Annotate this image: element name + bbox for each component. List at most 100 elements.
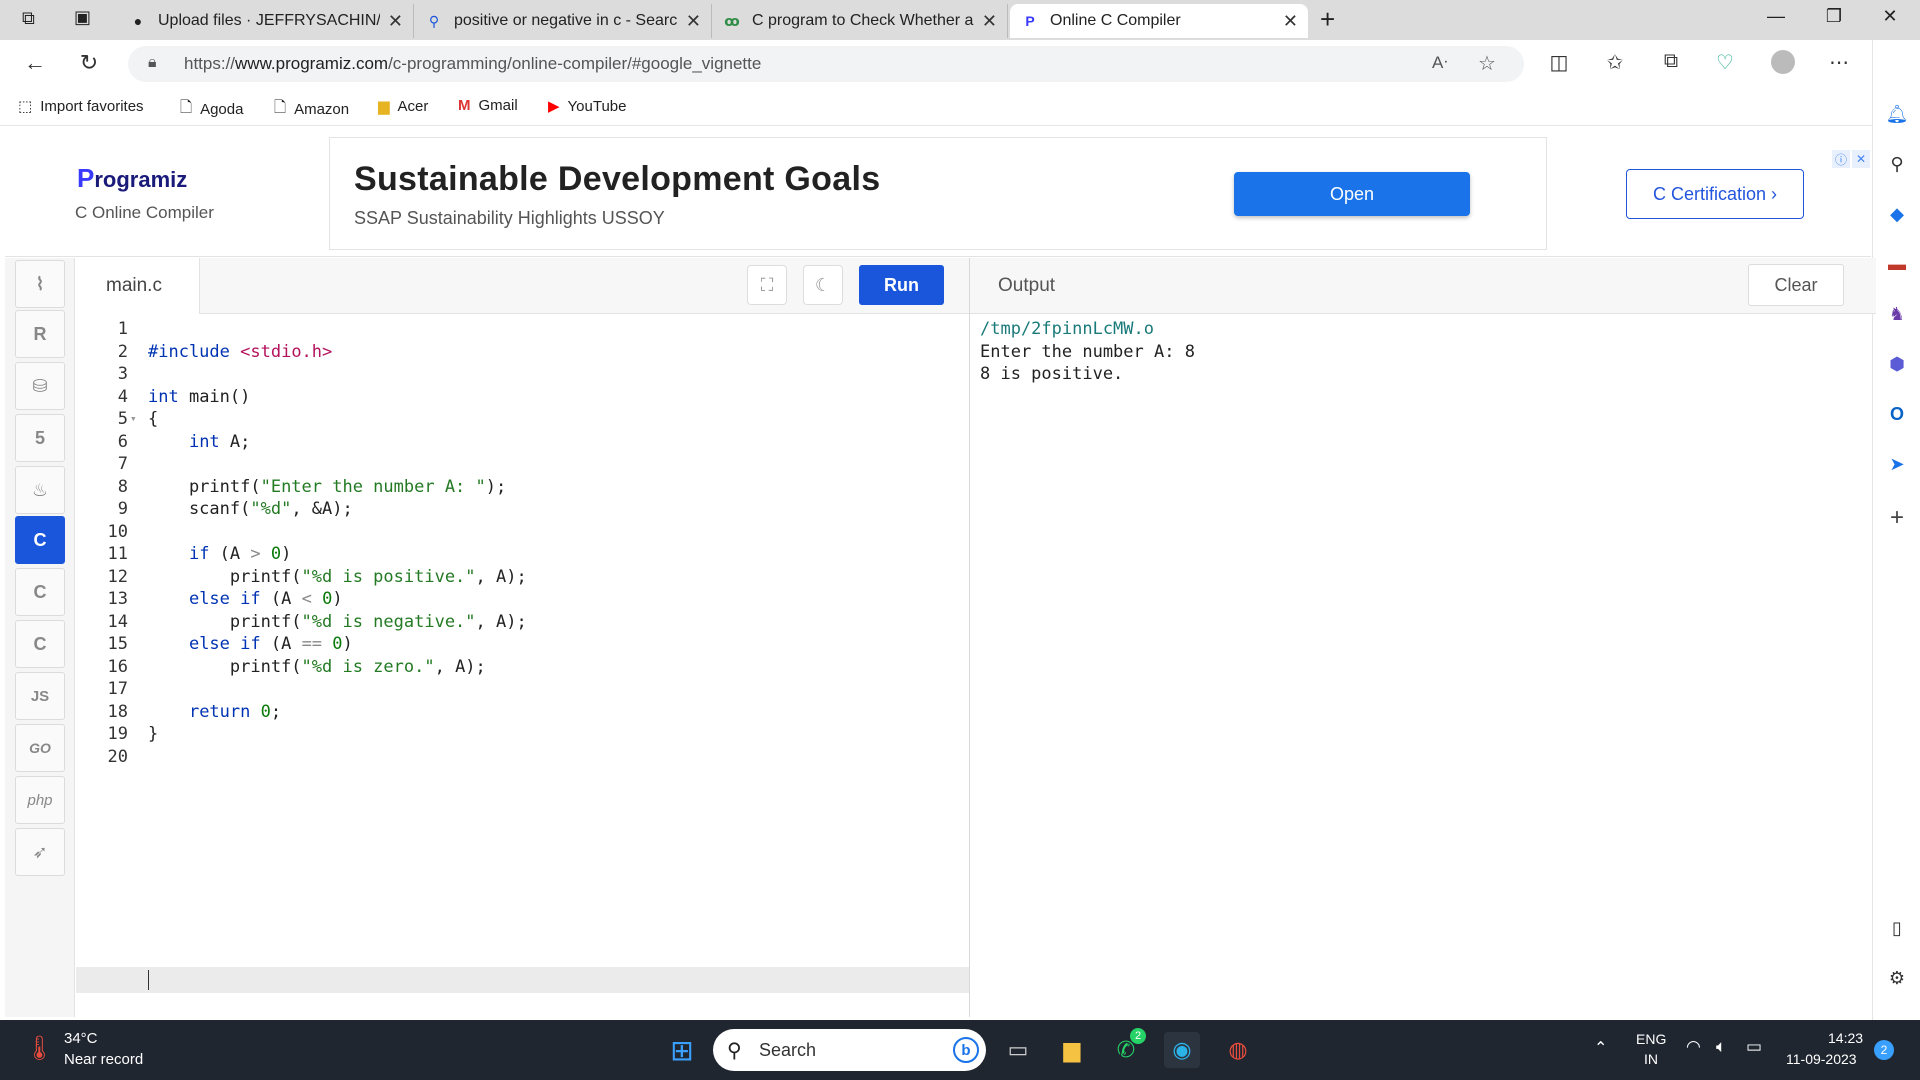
notification-bell-icon[interactable]: 🔔︎ [1883,100,1911,128]
task-view-icon[interactable]: ▭ [1000,1032,1036,1068]
collections-icon[interactable]: ⧉ [1656,50,1686,73]
volume-muted-icon[interactable]: 🔈︎ [1716,1037,1726,1057]
lang-go-icon[interactable]: GO [15,724,65,772]
tab-actions-icon[interactable]: ▣ [74,7,91,28]
search-icon: ⚲ [727,1040,742,1062]
search-icon[interactable]: ⚲ [1883,150,1911,178]
battery-icon[interactable]: ▭ [1746,1037,1762,1057]
shopping-tag-icon[interactable]: ◆ [1883,200,1911,228]
ad-info-icon[interactable]: ⓘ [1832,150,1850,168]
windows-start-icon[interactable]: ⊞ [664,1032,700,1068]
edge-browser-icon[interactable]: ◉ [1164,1032,1200,1068]
tab-gfg[interactable]: ꝏ C program to Check Whether a N ✕ [712,4,1008,38]
weather-temp[interactable]: 34°C [64,1030,98,1047]
chrome-icon[interactable]: ◍ [1220,1032,1256,1068]
send-icon[interactable]: ➤ [1883,450,1911,478]
read-aloud-icon[interactable]: Aᐧ [1432,53,1448,73]
sidebar-toggle-icon[interactable]: ▯ [1883,914,1911,942]
outlook-icon[interactable]: O [1883,400,1911,428]
line-number: 4 [117,386,128,407]
microsoft-365-icon[interactable]: ⬢ [1883,350,1911,378]
lang-swift-icon[interactable]: ➶ [15,828,65,876]
notification-count-badge[interactable]: 2 [1874,1040,1894,1060]
add-icon[interactable]: + [1883,504,1911,532]
tools-icon[interactable]: ▬ [1883,250,1911,278]
split-screen-icon[interactable]: ◫ [1544,50,1574,75]
tab-online-c-compiler[interactable]: P Online C Compiler ✕ [1010,4,1308,38]
dark-mode-moon-icon[interactable]: ☾ [803,265,843,305]
lang-python-icon[interactable]: ⌇ [15,260,65,308]
taskbar-search[interactable]: ⚲ Search b [713,1029,986,1071]
language-in[interactable]: IN [1644,1051,1658,1067]
lang-java-icon[interactable]: ♨ [15,466,65,514]
logo-text: rogramiz [94,167,188,192]
back-icon[interactable]: ← [20,50,50,76]
file-explorer-icon[interactable]: ▆ [1054,1032,1090,1068]
close-window-icon[interactable]: ✕ [1870,6,1910,27]
c-certification-button[interactable]: C Certification › [1626,169,1804,219]
line-number: 19 [107,724,128,744]
programiz-logo[interactable]: Programiz [77,163,187,194]
weather-desc[interactable]: Near record [64,1051,143,1068]
line-number: 17 [107,679,128,699]
lang-r-icon[interactable]: R [15,310,65,358]
minimize-icon[interactable]: — [1756,6,1796,27]
tab-github[interactable]: ● Upload files · JEFFRYSACHIN/C-p ✕ [118,4,414,38]
tab-search[interactable]: ⚲ positive or negative in c - Search ✕ [414,4,712,38]
clock-time[interactable]: 14:23 [1828,1030,1863,1046]
favorite-acer[interactable]: ▆ Acer [378,97,428,116]
line-number: 10 [107,521,128,542]
new-tab-icon[interactable]: + [1320,4,1335,35]
fullscreen-icon[interactable]: ⛶ [747,265,787,305]
games-icon[interactable]: ♞ [1883,300,1911,328]
lang-cpp-icon[interactable]: C [15,568,65,616]
profile-avatar[interactable] [1768,50,1798,80]
restore-icon[interactable]: ❐ [1814,6,1854,27]
lang-csharp-icon[interactable]: C [15,620,65,668]
ad-close-icon[interactable]: ✕ [1852,150,1870,168]
refresh-icon[interactable]: ↻ [74,50,104,76]
favorite-amazon[interactable]: 🗋 Amazon [274,97,349,122]
fold-arrow-icon[interactable]: ▾ [130,412,137,425]
lock-icon[interactable]: 🔒︎ [148,54,157,72]
lang-php-icon[interactable]: php [15,776,65,824]
close-tab-icon[interactable]: ✕ [1283,11,1298,32]
more-icon[interactable]: ⋯ [1824,50,1854,75]
close-tab-icon[interactable]: ✕ [686,11,701,32]
weather-thermometer-icon[interactable]: 🌡︎ [24,1034,54,1063]
clock-date[interactable]: 11-09-2023 [1786,1051,1857,1067]
favorite-agoda[interactable]: 🗋 Agoda [180,97,243,122]
code-line-2: #include <stdio.h> [148,342,333,362]
language-eng[interactable]: ENG [1636,1031,1666,1047]
workspaces-icon[interactable]: ⧉ [22,8,35,29]
whatsapp-icon[interactable]: ✆ 2 [1108,1028,1146,1068]
show-hidden-icons-icon[interactable]: ⌃ [1594,1038,1607,1058]
code-editor[interactable]: 1 2 3 4 5 6 7 8 9 10 11 12 13 14 15 16 17 18 19 20 #include… [76,315,969,1017]
settings-gear-icon[interactable]: ⚙ [1883,964,1911,992]
favorite-gmail[interactable]: M Gmail [458,97,518,114]
ad-banner[interactable]: Sustainable Development Goals SSAP Susta… [329,137,1870,250]
bing-icon[interactable]: b [953,1037,979,1063]
clear-button[interactable]: Clear [1748,264,1844,306]
favorites-icon[interactable]: ✩ [1600,50,1630,75]
favorite-youtube[interactable]: ▶ YouTube [548,97,627,116]
page-content: Programiz C Online Compiler Sustainable … [5,127,1876,1017]
favorite-label: Gmail [478,97,518,114]
ad-open-button[interactable]: Open [1234,172,1470,216]
file-tab-main-c[interactable]: main.c [76,258,200,314]
close-tab-icon[interactable]: ✕ [982,11,997,32]
url-field[interactable]: 🔒︎ https://www.programiz.com/c-programmi… [128,46,1524,82]
output-console[interactable]: /tmp/2fpinnLcMW.o Enter the number A: 8 … [970,315,1876,1017]
code-line-14: printf("%d is negative.", A); [148,612,527,632]
favorite-star-icon[interactable]: ☆ [1478,51,1496,76]
wifi-icon[interactable]: ◠ [1686,1037,1701,1057]
url-prefix: https:// [184,54,236,73]
lang-html-icon[interactable]: 5 [15,414,65,462]
browser-essentials-icon[interactable]: ♡ [1710,50,1740,75]
run-button[interactable]: Run [859,265,944,305]
lang-js-icon[interactable]: JS [15,672,65,720]
favorite-import[interactable]: ⬚ Import favorites [18,97,144,116]
close-tab-icon[interactable]: ✕ [388,11,403,32]
lang-c-icon[interactable]: C [15,516,65,564]
lang-sql-icon[interactable]: ⛁ [15,362,65,410]
